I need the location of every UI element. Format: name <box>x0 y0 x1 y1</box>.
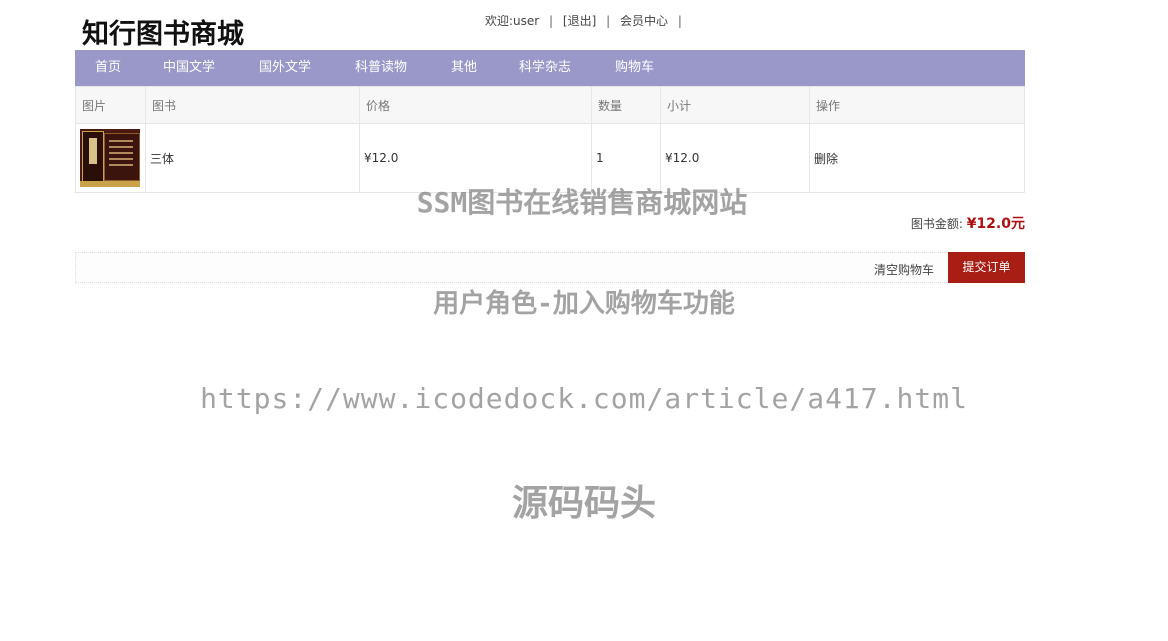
cart-action-bar: 清空购物车 提交订单 <box>75 252 1025 283</box>
separator: | <box>549 14 554 28</box>
separator: | <box>677 14 682 28</box>
cart-header-row: 图片 图书 价格 数量 小计 操作 <box>75 86 1025 124</box>
site-logo[interactable]: 知行图书商城 <box>82 12 244 51</box>
watermark-subtitle: 用户角色-加入购物车功能 <box>433 289 735 319</box>
column-header-action: 操作 <box>809 86 1025 124</box>
main-nav: 首页 中国文学 国外文学 科普读物 其他 科学杂志 购物车 <box>75 50 1025 86</box>
nav-item-chinese-literature[interactable]: 中国文学 <box>163 50 215 86</box>
nav-item-science-magazine[interactable]: 科学杂志 <box>519 50 571 86</box>
delete-link[interactable]: 删除 <box>814 152 838 166</box>
welcome-text: 欢迎:user <box>485 14 540 28</box>
nav-item-home[interactable]: 首页 <box>95 50 121 86</box>
nav-item-other[interactable]: 其他 <box>451 50 477 86</box>
watermark-brand: 源码码头 <box>511 483 656 524</box>
logout-link[interactable]: [退出] <box>563 12 596 29</box>
book-cover-image[interactable] <box>80 129 140 187</box>
watermark-url: https://www.icodedock.com/article/a417.h… <box>200 382 968 415</box>
column-header-image: 图片 <box>75 86 146 124</box>
nav-item-foreign-literature[interactable]: 国外文学 <box>259 50 311 86</box>
column-header-price: 价格 <box>359 86 592 124</box>
cart-table: 图片 图书 价格 数量 小计 操作 三体 ¥12.0 1 ¥12.0 删除 <box>75 86 1025 193</box>
column-header-book: 图书 <box>145 86 360 124</box>
submit-order-button[interactable]: 提交订单 <box>948 252 1025 283</box>
member-center-link[interactable]: 会员中心 <box>620 12 668 29</box>
nav-item-cart[interactable]: 购物车 <box>615 50 654 86</box>
watermark-title: SSM图书在线销售商城网站 <box>416 186 748 219</box>
column-header-subtotal: 小计 <box>660 86 810 124</box>
separator: | <box>606 14 611 28</box>
column-header-quantity: 数量 <box>591 86 661 124</box>
clear-cart-button[interactable]: 清空购物车 <box>874 261 934 278</box>
user-bar: 欢迎:user | [退出] | 会员中心 | <box>485 12 688 29</box>
nav-item-popular-science[interactable]: 科普读物 <box>355 50 407 86</box>
